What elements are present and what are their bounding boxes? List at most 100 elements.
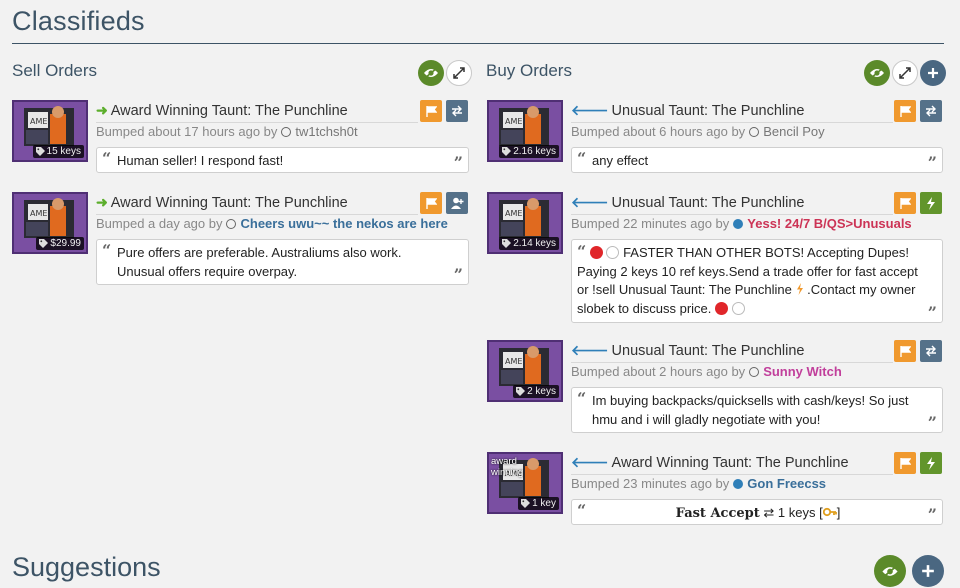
item-name: Unusual Taunt: The Punchline — [611, 342, 805, 359]
user-link[interactable]: Yess! 24/7 B/QS>Unusuals — [747, 216, 911, 231]
listing-comment: “ Im buying backpacks/quicksells with ca… — [571, 387, 943, 433]
bump-text: Bumped about 6 hours ago by — [571, 124, 746, 139]
flag-button[interactable] — [894, 100, 916, 122]
toggle-visibility-button[interactable] — [874, 555, 906, 587]
buy-arrow-icon: 🡐 — [571, 342, 609, 358]
add-suggestion-button[interactable] — [912, 555, 944, 587]
tag-icon — [35, 147, 45, 156]
user-link[interactable]: tw1tchsh0t — [295, 124, 357, 139]
bump-text: Bumped about 2 hours ago by — [571, 364, 746, 379]
item-name-link[interactable]: ➜ Award Winning Taunt: The Punchline — [96, 194, 348, 211]
bump-text: Bumped 22 minutes ago by — [571, 216, 730, 231]
item-name-link[interactable]: ➜ Award Winning Taunt: The Punchline — [96, 102, 348, 119]
item-thumbnail[interactable]: AME 2 keys — [487, 340, 563, 402]
item-thumbnail[interactable]: AME 15 keys — [12, 100, 88, 162]
item-thumbnail[interactable]: AME award winning 1 key — [487, 452, 563, 514]
bump-text: Bumped a day ago by — [96, 216, 223, 231]
trade-icon — [452, 105, 462, 117]
listing-comment: “ Fast Accept ⇄ 1 keys [] ” — [571, 499, 943, 525]
flag-button[interactable] — [420, 192, 442, 214]
quote-open-icon: “ — [577, 242, 587, 261]
trade-button[interactable] — [446, 100, 468, 122]
listing: AME award winning 1 key 🡐 Award Winning … — [487, 452, 945, 542]
white-circle-icon — [731, 301, 745, 315]
quote-close-icon: ” — [453, 153, 463, 172]
comment-text: 1 keys [ — [777, 505, 823, 520]
trade-button[interactable] — [920, 340, 942, 362]
price-tag: 1 key — [518, 497, 559, 510]
price-label: 2.14 keys — [513, 238, 556, 249]
price-label: 2.16 keys — [513, 146, 556, 157]
buy-arrow-icon: 🡐 — [571, 102, 609, 118]
instant-trade-button[interactable] — [920, 192, 942, 214]
listing-comment: “ any effect ” — [571, 147, 943, 173]
flag-button[interactable] — [420, 100, 442, 122]
instant-trade-button[interactable] — [920, 452, 942, 474]
red-circle-icon — [715, 301, 729, 315]
lightning-emoji-icon — [796, 283, 803, 295]
comment-text: Im buying backpacks/quicksells with cash… — [592, 393, 909, 427]
toggle-visibility-button[interactable] — [864, 60, 890, 86]
eye-icon — [870, 67, 884, 79]
user-link[interactable]: Cheers uwu~~ the nekos are here — [240, 216, 447, 231]
tag-icon — [502, 147, 512, 156]
quote-open-icon: “ — [577, 501, 587, 520]
white-circle-icon — [606, 246, 620, 259]
divider — [96, 214, 418, 215]
listing: AME $29.99 ➜ Award Winning Taunt: The Pu… — [12, 192, 470, 285]
user-link[interactable]: Sunny Witch — [763, 364, 842, 379]
price-tag: 2.16 keys — [499, 145, 559, 158]
divider — [571, 362, 893, 363]
tag-icon — [521, 499, 531, 508]
flag-button[interactable] — [894, 340, 916, 362]
status-offline-icon — [281, 126, 292, 137]
listing: AME 2.16 keys 🡐 Unusual Taunt: The Punch… — [487, 100, 945, 190]
divider — [571, 214, 893, 215]
item-thumbnail[interactable]: AME $29.99 — [12, 192, 88, 254]
add-friend-button[interactable] — [446, 192, 468, 214]
flag-button[interactable] — [894, 452, 916, 474]
toggle-visibility-button[interactable] — [418, 60, 444, 86]
sell-arrow-icon: ➜ — [96, 194, 108, 210]
tag-icon — [516, 387, 526, 396]
add-friend-icon — [450, 197, 463, 209]
status-online-icon — [733, 218, 744, 229]
bump-info: Bumped 22 minutes ago by Yess! 24/7 B/QS… — [571, 216, 912, 231]
item-name: Award Winning Taunt: The Punchline — [110, 102, 348, 119]
price-label: 1 key — [532, 498, 556, 509]
svg-text:AME: AME — [30, 117, 47, 126]
bump-info: Bumped a day ago by Cheers uwu~~ the nek… — [96, 216, 448, 231]
eye-icon — [882, 564, 898, 578]
flag-button[interactable] — [894, 192, 916, 214]
add-listing-button[interactable] — [920, 60, 946, 86]
item-name-link[interactable]: 🡐 Award Winning Taunt: The Punchline — [571, 454, 849, 471]
expand-button[interactable] — [446, 60, 472, 86]
trade-button[interactable] — [920, 100, 942, 122]
bump-info: Bumped 23 minutes ago by Gon Freecss — [571, 476, 826, 491]
price-tag: $29.99 — [36, 237, 84, 250]
bracket-close: ] — [836, 505, 841, 520]
swap-icon: ⇄ — [763, 505, 775, 520]
listing-comment: “ FASTER THAN OTHER BOTS! Accepting Dupe… — [571, 239, 943, 323]
item-name: Unusual Taunt: The Punchline — [611, 102, 805, 119]
page-title: Classifieds — [12, 6, 145, 36]
quote-close-icon: ” — [927, 303, 937, 322]
user-link[interactable]: Bencil Poy — [763, 124, 824, 139]
item-name-link[interactable]: 🡐 Unusual Taunt: The Punchline — [571, 102, 804, 119]
comment-text: any effect — [592, 153, 649, 168]
buy-arrow-icon: 🡐 — [571, 454, 609, 470]
item-name-link[interactable]: 🡐 Unusual Taunt: The Punchline — [571, 194, 804, 211]
expand-button[interactable] — [892, 60, 918, 86]
item-thumbnail[interactable]: AME 2.14 keys — [487, 192, 563, 254]
item-name: Award Winning Taunt: The Punchline — [110, 194, 348, 211]
flag-icon — [899, 345, 911, 357]
listing-comment: “ Pure offers are preferable. Australium… — [96, 239, 469, 285]
item-name-link[interactable]: 🡐 Unusual Taunt: The Punchline — [571, 342, 804, 359]
item-thumbnail[interactable]: AME 2.16 keys — [487, 100, 563, 162]
tag-icon — [39, 239, 49, 248]
sell-arrow-icon: ➜ — [96, 102, 108, 118]
user-link[interactable]: Gon Freecss — [747, 476, 826, 491]
quote-close-icon: ” — [927, 505, 937, 524]
bump-info: Bumped about 17 hours ago by tw1tchsh0t — [96, 124, 358, 139]
listing-comment: “ Human seller! I respond fast! ” — [96, 147, 469, 173]
